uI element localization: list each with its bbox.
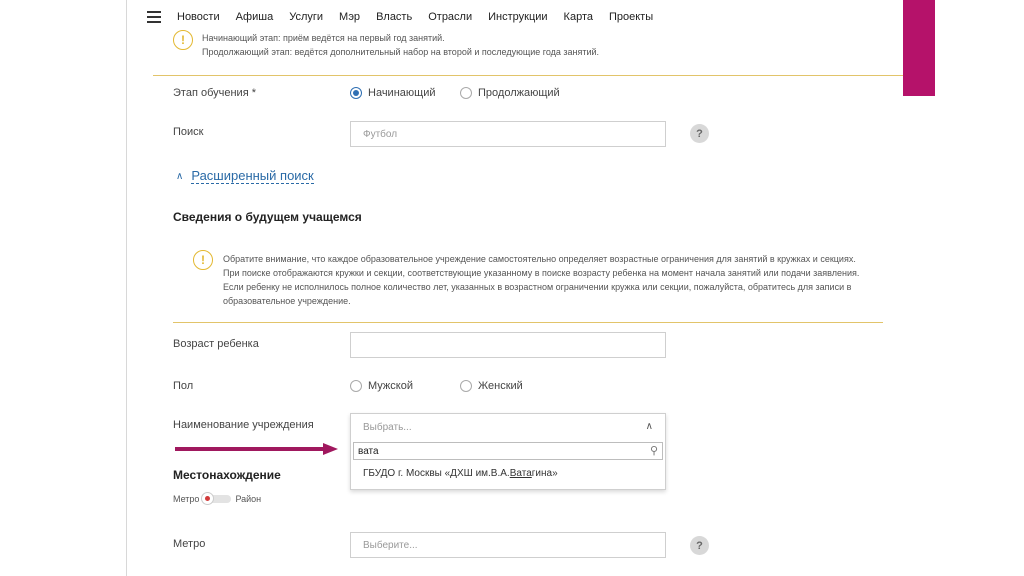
institution-label: Наименование учреждения <box>173 419 314 431</box>
stage-radio-continuing[interactable]: Продолжающий <box>460 87 560 99</box>
age-label: Возраст ребенка <box>173 338 259 350</box>
nav-item-government[interactable]: Власть <box>376 11 412 23</box>
nav-item-sectors[interactable]: Отрасли <box>428 11 472 23</box>
age-notice-text: Обратите внимание, что каждое образовате… <box>223 254 860 306</box>
option-text-prefix: ГБУДО г. Москвы «ДХШ им.В.А. <box>363 468 510 479</box>
gender-radio-male[interactable]: Мужской <box>350 380 413 392</box>
institution-search-value: вата <box>358 445 379 457</box>
option-text-match: Вата <box>509 468 532 479</box>
gender-option-label: Мужской <box>368 380 413 392</box>
gender-option-label: Женский <box>478 380 523 392</box>
nav-item-afisha[interactable]: Афиша <box>236 11 274 23</box>
metro-select[interactable]: Выберите... <box>350 532 666 558</box>
radio-unchecked-icon <box>460 380 472 392</box>
institution-placeholder: Выбрать... <box>363 421 412 433</box>
stage-radio-beginning[interactable]: Начинающий <box>350 87 435 99</box>
metro-help-icon[interactable]: ? <box>690 536 709 555</box>
menu-icon[interactable] <box>147 11 161 23</box>
location-toggle[interactable]: Метро Район <box>173 492 262 505</box>
toggle-knob <box>201 492 215 505</box>
student-section-title: Сведения о будущем учащемся <box>173 210 362 224</box>
search-input[interactable]: Футбол <box>350 121 666 147</box>
metro-label: Метро <box>173 538 206 550</box>
warning-icon: ! <box>173 30 193 50</box>
toggle-metro-label: Метро <box>173 494 200 504</box>
advanced-search-toggle[interactable]: ∧ Расширенный поиск <box>176 168 314 184</box>
search-icon: ⚲ <box>649 445 658 457</box>
top-navigation: Новости Афиша Услуги Мэр Власть Отрасли … <box>127 0 903 34</box>
nav-item-instructions[interactable]: Инструкции <box>488 11 547 23</box>
institution-search-input[interactable]: вата ⚲ <box>353 442 663 460</box>
age-notice: ! Обратите внимание, что каждое образова… <box>173 240 883 323</box>
radio-unchecked-icon <box>460 87 472 99</box>
nav-item-map[interactable]: Карта <box>564 11 593 23</box>
stage-label: Этап обучения * <box>173 87 256 99</box>
stage-note: ! Начинающий этап: приём ведётся на перв… <box>153 30 903 76</box>
stage-note-line-2: Продолжающий этап: ведётся дополнительны… <box>202 47 600 57</box>
gender-label: Пол <box>173 380 194 392</box>
toggle-switch[interactable] <box>201 492 232 505</box>
institution-select-head[interactable]: Выбрать... ∧ <box>351 414 665 440</box>
search-help-icon[interactable]: ? <box>690 124 709 143</box>
accent-bar <box>903 0 935 96</box>
stage-option-label: Начинающий <box>368 87 436 99</box>
warning-icon: ! <box>193 250 213 270</box>
gender-radio-female[interactable]: Женский <box>460 380 523 392</box>
search-label: Поиск <box>173 126 204 138</box>
option-text-suffix: гина» <box>531 468 558 479</box>
nav-item-projects[interactable]: Проекты <box>609 11 653 23</box>
chevron-up-icon: ∧ <box>176 170 184 182</box>
chevron-up-icon: ∧ <box>645 421 653 432</box>
advanced-search-label: Расширенный поиск <box>191 168 314 184</box>
stage-note-line-1: Начинающий этап: приём ведётся на первый… <box>202 33 445 43</box>
radio-unchecked-icon <box>350 380 362 392</box>
location-title: Местонахождение <box>173 468 281 482</box>
stage-option-label: Продолжающий <box>478 87 560 99</box>
toggle-district-label: Район <box>235 494 262 504</box>
institution-option[interactable]: ГБУДО г. Москвы «ДХШ им.В.А.Ватагина» <box>363 468 558 479</box>
age-input[interactable] <box>350 332 666 358</box>
nav-item-services[interactable]: Услуги <box>289 11 323 23</box>
nav-item-news[interactable]: Новости <box>177 11 220 23</box>
institution-select[interactable]: Выбрать... ∧ вата ⚲ ГБУДО г. Москвы «ДХШ… <box>350 413 666 490</box>
nav-item-mayor[interactable]: Мэр <box>339 11 360 23</box>
pointer-arrow-icon <box>175 443 338 455</box>
radio-checked-icon <box>350 87 362 99</box>
